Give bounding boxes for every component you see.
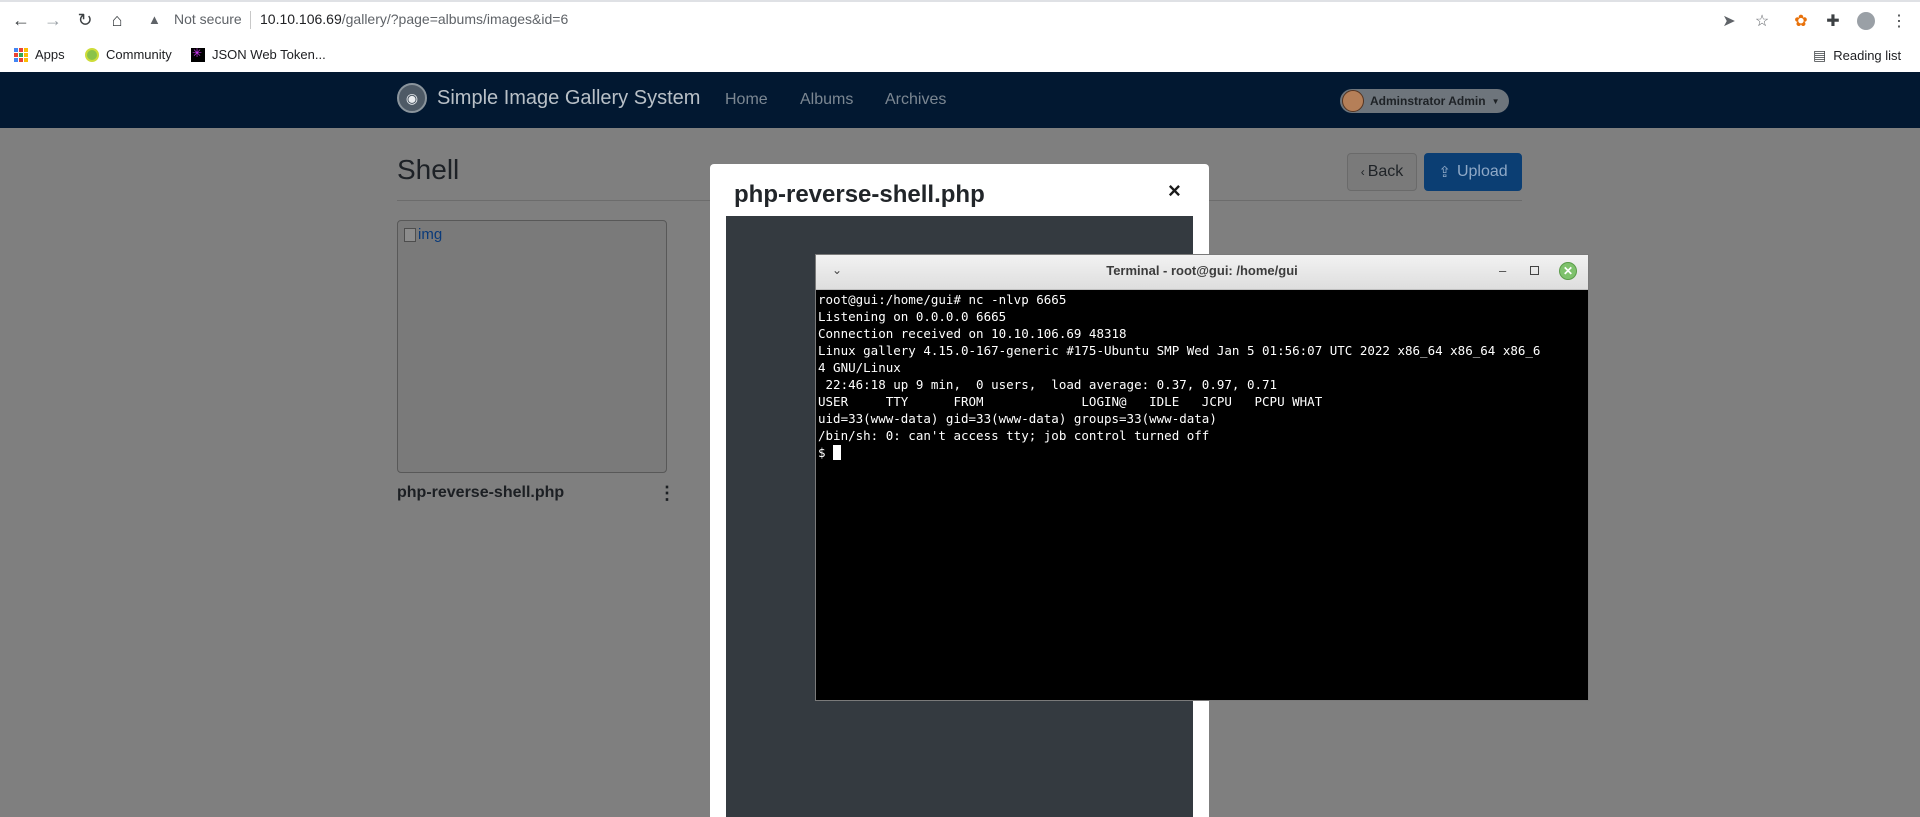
back-arrow-icon[interactable]: ←: [10, 9, 32, 31]
broken-image-icon: [404, 227, 416, 242]
back-label: Back: [1367, 163, 1404, 180]
nav-home[interactable]: Home: [725, 91, 768, 109]
page-title: Shell: [397, 154, 460, 185]
app-navbar: [0, 72, 1920, 128]
url-text[interactable]: 10.10.106.69/gallery/?page=albums/images…: [260, 11, 568, 27]
extension-burp-icon[interactable]: ✿: [1790, 10, 1812, 32]
terminal-cursor: [833, 445, 842, 460]
terminal-prompt: $: [818, 445, 834, 460]
send-tab-icon[interactable]: ➤: [1718, 10, 1740, 32]
reading-list-icon: ▤: [1813, 47, 1827, 63]
upload-icon: ⇪: [1438, 164, 1451, 181]
camera-logo-icon[interactable]: ◉: [397, 83, 427, 113]
bookmark-label: JSON Web Token...: [212, 47, 326, 62]
terminal-line: root@gui:/home/gui# nc -nlvp 6665: [818, 292, 1067, 307]
terminal-title: Terminal - root@gui: /home/gui: [1106, 263, 1298, 278]
home-icon[interactable]: ⌂: [106, 9, 128, 31]
bookmark-star-icon[interactable]: ☆: [1751, 10, 1773, 32]
terminal-line: Connection received on 10.10.106.69 4831…: [818, 326, 1127, 341]
jwt-favicon-icon: [191, 46, 205, 62]
extensions-puzzle-icon[interactable]: ✚: [1822, 10, 1844, 32]
address-separator: [250, 11, 251, 29]
url-host: 10.10.106.69: [260, 11, 342, 27]
upload-button[interactable]: ⇪ Upload: [1424, 153, 1522, 191]
modal-title: php-reverse-shell.php: [734, 181, 985, 208]
terminal-output[interactable]: root@gui:/home/gui# nc -nlvp 6665 Listen…: [818, 291, 1588, 461]
terminal-line: 4 GNU/Linux: [818, 360, 901, 375]
image-alt-text: img: [418, 226, 443, 243]
chevron-left-icon: ‹: [1360, 165, 1365, 179]
card-filename: php-reverse-shell.php: [397, 484, 565, 501]
bookmark-community[interactable]: Community: [85, 47, 172, 62]
bookmark-label: Community: [106, 47, 172, 62]
reading-list-label: Reading list: [1833, 48, 1902, 63]
modal-close-icon[interactable]: ×: [1168, 178, 1181, 204]
caret-down-icon: ▼: [1491, 96, 1500, 106]
terminal-line: /bin/sh: 0: can't access tty; job contro…: [818, 428, 1210, 443]
minimize-icon[interactable]: –: [1499, 263, 1506, 278]
profile-icon[interactable]: [1855, 10, 1877, 32]
community-favicon-icon: [85, 47, 99, 62]
upload-label: Upload: [1456, 163, 1508, 180]
bookmark-apps[interactable]: Apps: [14, 47, 65, 62]
user-name: Adminstrator Admin: [1370, 94, 1486, 108]
warning-icon[interactable]: ▲: [148, 12, 161, 27]
nav-archives[interactable]: Archives: [885, 91, 946, 109]
user-dropdown[interactable]: Adminstrator Admin ▼: [1340, 89, 1510, 113]
tab-strip-edge: [0, 0, 1920, 2]
reload-icon[interactable]: ↻: [74, 9, 96, 31]
terminal-line: Linux gallery 4.15.0-167-generic #175-Ub…: [818, 343, 1541, 358]
terminal-line: USER TTY FROM LOGIN@ IDLE JCPU PCPU WHAT: [818, 394, 1323, 409]
close-window-icon[interactable]: ✕: [1559, 262, 1577, 280]
browser-menu-icon[interactable]: ⋮: [1888, 10, 1910, 32]
avatar: [1342, 90, 1364, 112]
broken-image[interactable]: img: [404, 226, 442, 243]
security-label[interactable]: Not secure: [174, 11, 242, 27]
maximize-icon[interactable]: [1530, 266, 1539, 275]
terminal-line: Listening on 0.0.0.0 6665: [818, 309, 1007, 324]
back-button[interactable]: ‹ Back: [1347, 153, 1417, 191]
apps-grid-icon: [14, 47, 28, 62]
terminal-line: 22:46:18 up 9 min, 0 users, load average…: [818, 377, 1278, 392]
kebab-menu-icon[interactable]: ⋮: [658, 484, 676, 504]
image-card[interactable]: [397, 220, 667, 473]
forward-arrow-icon[interactable]: →: [42, 9, 64, 31]
nav-albums[interactable]: Albums: [800, 91, 853, 109]
brand-name[interactable]: Simple Image Gallery System: [437, 87, 700, 110]
url-path: /gallery/?page=albums/images&id=6: [341, 11, 569, 27]
reading-list-button[interactable]: ▤ Reading list: [1813, 47, 1901, 64]
terminal-line: uid=33(www-data) gid=33(www-data) groups…: [818, 411, 1217, 426]
bookmark-jwt[interactable]: JSON Web Token...: [191, 46, 326, 62]
bookmark-label: Apps: [35, 47, 65, 62]
